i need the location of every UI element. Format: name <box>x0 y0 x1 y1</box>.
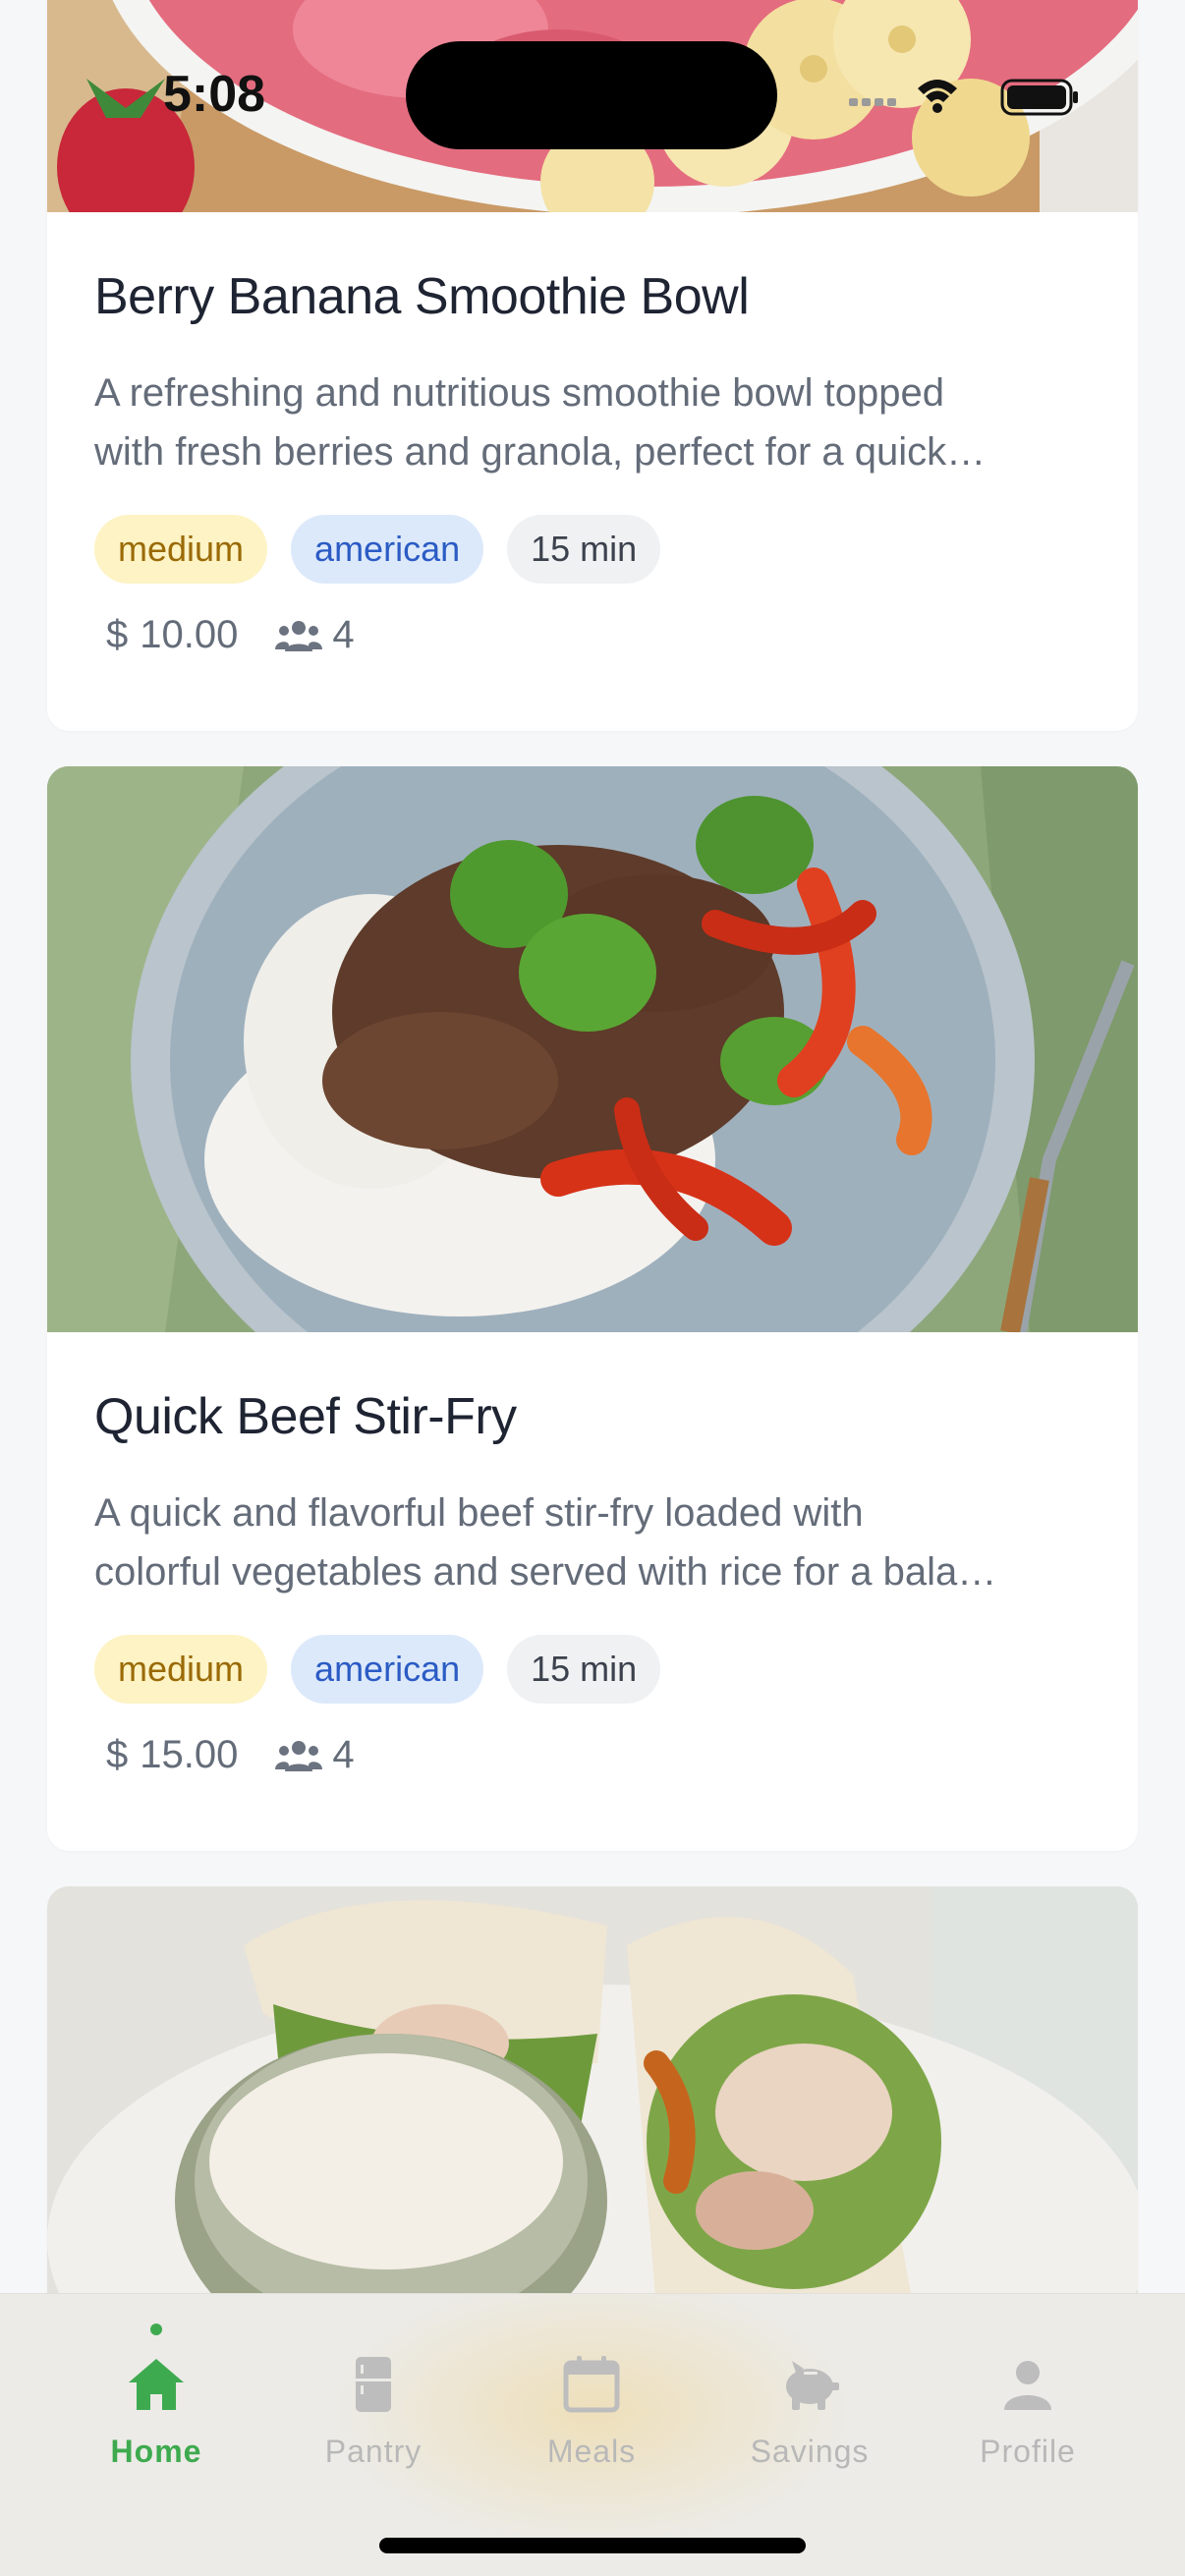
recipe-price: 10.00 <box>140 613 239 656</box>
person-icon <box>1004 2361 1051 2410</box>
time-badge: 15 min <box>507 1635 661 1704</box>
tab-label: Savings <box>750 2434 870 2469</box>
tab-home[interactable]: Home <box>48 2353 264 2470</box>
people-icon <box>275 620 323 651</box>
currency-symbol: $ <box>106 613 129 656</box>
recipe-title: Quick Beef Stir-Fry <box>94 1388 517 1445</box>
recipe-image <box>47 766 1138 1332</box>
cellular-signal-icon <box>849 98 896 106</box>
recipe-description: A refreshing and nutritious smoothie bow… <box>94 371 987 474</box>
difficulty-badge: medium <box>94 1635 268 1704</box>
cuisine-badge: american <box>291 515 484 584</box>
status-time: 5:08 <box>163 66 266 123</box>
dynamic-island <box>406 41 777 149</box>
tab-label: Pantry <box>324 2434 423 2469</box>
fridge-icon <box>356 2357 391 2412</box>
servings-count: 4 <box>332 613 355 656</box>
people-icon <box>275 1740 323 1771</box>
servings-count: 4 <box>332 1733 355 1776</box>
tab-pantry[interactable]: Pantry <box>265 2353 481 2470</box>
recipe-price: 15.00 <box>140 1733 239 1776</box>
recipe-description: A quick and flavorful beef stir-fry load… <box>94 1491 997 1594</box>
piggy-bank-icon <box>786 2361 839 2410</box>
beef-stir-fry-image <box>47 766 1138 1332</box>
difficulty-badge: medium <box>94 515 268 584</box>
active-tab-indicator <box>150 2324 162 2335</box>
tab-label: Home <box>110 2434 202 2469</box>
home-indicator <box>379 2538 806 2553</box>
tab-label: Profile <box>980 2434 1076 2469</box>
home-icon <box>129 2359 184 2410</box>
tab-profile[interactable]: Profile <box>920 2353 1136 2470</box>
time-badge: 15 min <box>507 515 661 584</box>
recipe-feed-screen: Berry Banana Smoothie Bowl A refreshing … <box>0 0 1185 2576</box>
tab-meals[interactable]: Meals <box>483 2353 700 2470</box>
calendar-icon <box>563 2356 620 2413</box>
recipe-title: Berry Banana Smoothie Bowl <box>94 268 750 325</box>
tab-label: Meals <box>546 2434 637 2469</box>
status-icons <box>849 79 1078 116</box>
recipe-card[interactable]: Quick Beef Stir-Fry A quick and flavorfu… <box>47 766 1138 1851</box>
tab-savings[interactable]: Savings <box>702 2353 918 2470</box>
wifi-icon <box>918 80 957 113</box>
currency-symbol: $ <box>106 1733 129 1776</box>
battery-icon <box>1000 79 1078 116</box>
tab-bar: Home Pantry Meals Savings Profile <box>0 2293 1185 2576</box>
cuisine-badge: american <box>291 1635 484 1704</box>
